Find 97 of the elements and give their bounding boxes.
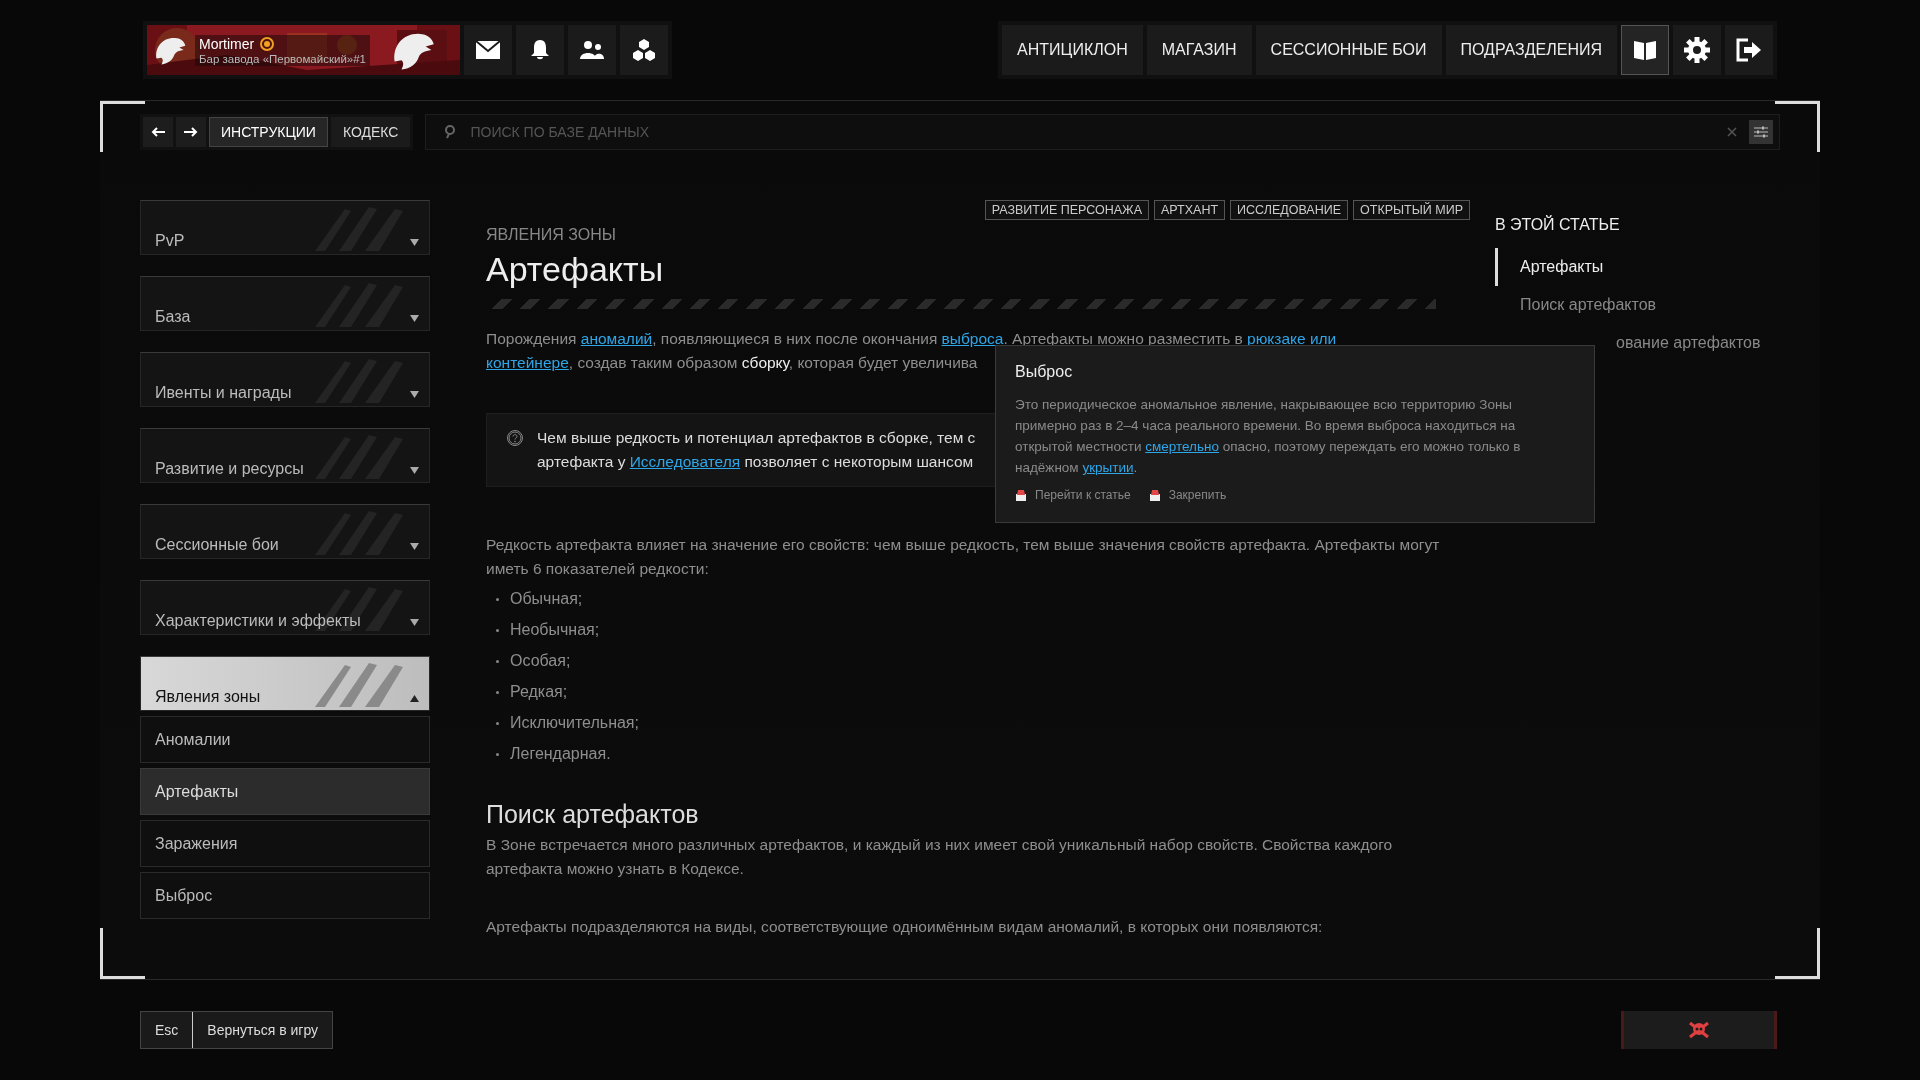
nav-icon-button[interactable] xyxy=(1725,25,1773,75)
nav-icon-button[interactable] xyxy=(1621,25,1669,75)
list-item: Необычная; xyxy=(510,620,600,640)
link[interactable]: рюкзаке или xyxy=(1247,330,1337,347)
category-button[interactable]: Ивенты и награды xyxy=(140,352,430,407)
caret-down-icon xyxy=(410,467,419,474)
category-button[interactable]: Явления зоны xyxy=(140,656,430,711)
category-button[interactable]: Характеристики и эффекты xyxy=(140,580,430,635)
skull-crossbones-icon xyxy=(1689,1021,1709,1039)
filter-button[interactable] xyxy=(1749,120,1773,144)
nav-button[interactable]: ПОДРАЗДЕЛЕНИЯ xyxy=(1445,25,1617,75)
article-title: Артефакты xyxy=(486,250,665,289)
caret-up-icon xyxy=(410,695,419,702)
toolbar-button[interactable] xyxy=(464,25,512,75)
paragraph: В Зоне встречается много различных артефактов, и каждый из них имеет свой уникальный набор свойств. Свойства каждого артефакта можно узнать в Кодексе. xyxy=(486,835,1394,879)
toc-link[interactable]: Артефакты xyxy=(1495,248,1795,286)
skull-button[interactable] xyxy=(1621,1011,1777,1049)
back-button[interactable] xyxy=(143,117,173,147)
tag[interactable]: ИССЛЕДОВАНИЕ xyxy=(1230,200,1349,220)
rank-badge-icon xyxy=(260,36,275,51)
list-item: Особая; xyxy=(510,651,571,671)
tooltip-title: Выброс xyxy=(1015,363,1074,381)
paragraph: Редкость артефакта влияет на значение его свойств: чем выше редкость, тем выше значения свойств артефакта. Артефакты могут иметь 6 показателей редкости: xyxy=(486,535,1441,579)
category-button[interactable]: PvP xyxy=(140,200,430,255)
sidebar-item[interactable]: Выброс xyxy=(140,872,430,919)
sliders-icon xyxy=(1754,126,1768,138)
tag[interactable]: РАЗВИТИЕ ПЕРСОНАЖА xyxy=(984,200,1149,220)
category-button[interactable]: База xyxy=(140,276,430,331)
section-heading: Поиск артефактов xyxy=(486,800,700,829)
search-icon xyxy=(444,125,457,139)
bullet xyxy=(496,628,499,632)
nav-icon-button[interactable] xyxy=(1673,25,1721,75)
link[interactable]: контейнере xyxy=(486,354,569,371)
tag[interactable]: АРТХАНТ xyxy=(1154,200,1226,220)
mail-icon xyxy=(475,40,501,60)
search-field[interactable]: ПОИСК ПО БАЗЕ ДАННЫХ xyxy=(425,114,1780,150)
list-item: Обычная; xyxy=(510,589,583,609)
caret-down-icon xyxy=(410,315,419,322)
tooltip-action[interactable]: Закрепить xyxy=(1148,488,1227,502)
arrow-right-icon xyxy=(184,127,198,137)
link[interactable]: укрытии xyxy=(1082,460,1134,475)
caret-down-icon xyxy=(410,543,419,550)
bullet xyxy=(496,597,499,601)
sidebar-item[interactable]: Аномалии xyxy=(140,716,430,763)
tag[interactable]: ОТКРЫТЫЙ МИР xyxy=(1353,200,1470,220)
tooltip-action[interactable]: Перейти к статье xyxy=(1015,488,1131,502)
people-icon xyxy=(579,40,605,60)
toolbar-button[interactable] xyxy=(620,25,668,75)
link[interactable]: выброса xyxy=(941,330,1004,347)
arrow-left-icon xyxy=(151,127,165,137)
caret-down-icon xyxy=(410,619,419,626)
exit-icon xyxy=(1736,38,1762,62)
tab[interactable]: ИНСТРУКЦИИ xyxy=(209,117,328,147)
forward-button[interactable] xyxy=(176,117,206,147)
tab[interactable]: КОДЕКС xyxy=(330,117,411,147)
pin-icon xyxy=(1148,489,1161,501)
toolbar-button[interactable] xyxy=(516,25,564,75)
category-button[interactable]: Развитие и ресурсы xyxy=(140,428,430,483)
link[interactable]: аномалий xyxy=(580,330,653,347)
caret-down-icon xyxy=(410,239,419,246)
nav-button[interactable]: АНТИЦИКЛОН xyxy=(1002,25,1143,75)
settings-icon xyxy=(1684,37,1710,63)
link[interactable]: смертельно xyxy=(1145,439,1219,454)
frame-corner xyxy=(100,928,145,979)
caret-down-icon xyxy=(410,391,419,398)
link[interactable]: Исследователя xyxy=(629,453,741,470)
toc-link[interactable]: Поиск артефактов xyxy=(1495,286,1795,324)
category-button[interactable]: Сессионные бои xyxy=(140,504,430,559)
callout-text: Чем выше редкость и потенциал артефактов в сборке, тем с артефакта у Исследователя позволяет с некоторым шансом xyxy=(537,428,976,472)
frame-corner xyxy=(1775,928,1820,979)
list-item: Легендарная. xyxy=(510,744,611,764)
close-icon[interactable] xyxy=(1727,127,1737,137)
bullet xyxy=(496,659,499,663)
pin-icon xyxy=(1015,489,1027,501)
bullet xyxy=(496,721,499,725)
sidebar-item[interactable]: Заражения xyxy=(140,820,430,867)
search-input[interactable]: ПОИСК ПО БАЗЕ ДАННЫХ xyxy=(468,123,1715,141)
paragraph: Артефакты подразделяются на виды, соответствующие одноимённым видам аномалий, в которых они появляются: xyxy=(486,917,1324,937)
nav-button[interactable]: МАГАЗИН xyxy=(1146,25,1252,75)
bullet xyxy=(496,752,499,756)
back-to-game-button[interactable]: Esc Вернуться в игру xyxy=(140,1011,334,1049)
player-subtitle: Бар завода «Первомайский»#1 xyxy=(199,52,366,65)
article-category: ЯВЛЕНИЯ ЗОНЫ xyxy=(486,226,617,244)
bullet xyxy=(496,690,499,694)
question-icon xyxy=(507,430,523,446)
player-name: Mortimer xyxy=(199,35,255,52)
hexagons-icon xyxy=(632,39,656,61)
list-item: Исключительная; xyxy=(510,713,639,733)
toc-title: В ЭТОЙ СТАТЬЕ xyxy=(1495,216,1621,234)
toolbar-button[interactable] xyxy=(568,25,616,75)
nav-button[interactable]: СЕССИОННЫЕ БОИ xyxy=(1255,25,1442,75)
tooltip-text: Это периодическое аномальное явление, накрывающее всю территорию Зоны примерно раз в 2–4 часа реального времени. Во время выброса находиться на открытой местности смертельно опасно, поэтому переждать его можно только в надёжном укрытии. xyxy=(1015,396,1522,477)
list-item: Редкая; xyxy=(510,682,568,702)
book-icon xyxy=(1633,39,1657,61)
bell-icon xyxy=(530,39,550,61)
toc-link[interactable]: ование артефактов xyxy=(1495,324,1795,362)
sidebar-item[interactable]: Артефакты xyxy=(140,768,430,815)
